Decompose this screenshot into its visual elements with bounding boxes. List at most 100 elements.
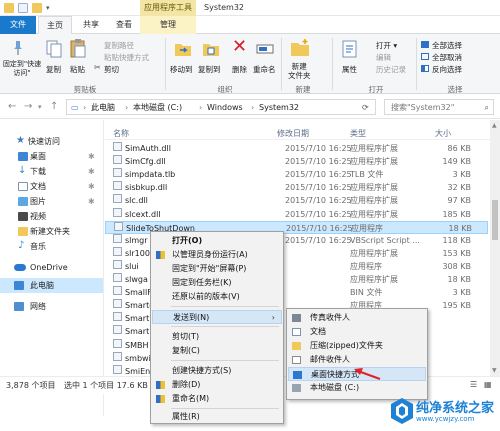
delete-button[interactable]: 删除	[232, 64, 247, 75]
send-to-local-disk[interactable]: 本地磁盘 (C:)	[288, 381, 426, 395]
pin-icon: ✱	[88, 167, 95, 176]
menu-item-cut[interactable]: 剪切(T)	[152, 330, 282, 344]
back-arrow-icon[interactable]: ←	[8, 101, 16, 113]
new-folder-icon[interactable]	[32, 3, 42, 13]
breadcrumb-system32[interactable]: System32	[259, 100, 299, 115]
menu-item-label: 本地磁盘 (C:)	[310, 383, 360, 392]
tiles-view-icon[interactable]: ▦	[484, 380, 492, 389]
pin-quick-access-button[interactable]: 固定到"快速访问"	[2, 60, 42, 78]
breadcrumb-separator: ›	[125, 103, 129, 112]
select-all-button[interactable]: 全部选择	[432, 40, 462, 51]
properties-button[interactable]: 属性	[342, 64, 357, 75]
nav-item-documents[interactable]: 文档 ✱	[0, 179, 103, 194]
drive-icon	[292, 384, 301, 392]
file-date: 2015/7/10 16:25	[285, 209, 352, 219]
tab-manage[interactable]: 管理	[140, 16, 196, 34]
menu-item-pin-taskbar[interactable]: 固定到任务栏(K)	[152, 276, 282, 290]
invert-selection-button[interactable]: 反向选择	[432, 64, 462, 75]
tab-view[interactable]: 查看	[110, 16, 138, 34]
paste-shortcut-button[interactable]: 粘贴快捷方式	[104, 52, 149, 63]
nav-item-new-folder[interactable]: 新建文件夹	[0, 224, 103, 239]
copy-to-button[interactable]: 复制到	[198, 64, 221, 75]
chevron-down-icon[interactable]: ▾	[38, 101, 42, 113]
nav-network[interactable]: 网络	[0, 299, 103, 314]
table-row[interactable]: SimAuth.dll 2015/7/10 16:25 应用程序扩展 86 KB	[105, 142, 488, 155]
properties-icon[interactable]	[18, 3, 28, 13]
send-to-zip[interactable]: 压缩(zipped)文件夹	[288, 339, 426, 353]
edit-button[interactable]: 编辑	[376, 52, 391, 63]
paste-button[interactable]: 粘贴	[70, 64, 85, 75]
send-to-mail[interactable]: 邮件收件人	[288, 353, 426, 367]
menu-item-label: 删除(D)	[172, 380, 201, 389]
pin-icon: ✱	[88, 197, 95, 206]
nav-quick-access[interactable]: ★ 快速访问	[0, 134, 103, 149]
menu-item-pin-start[interactable]: 固定到"开始"屏幕(P)	[152, 262, 282, 276]
chevron-right-icon: ›	[271, 313, 275, 322]
send-to-documents[interactable]: 文档	[288, 325, 426, 339]
nav-item-desktop[interactable]: 桌面 ✱	[0, 149, 103, 164]
table-row[interactable]: slcext.dll 2015/7/10 16:25 应用程序扩展 185 KB	[105, 207, 488, 221]
move-to-button[interactable]: 移动到	[170, 64, 193, 75]
menu-item-create-shortcut[interactable]: 创建快捷方式(S)	[152, 364, 282, 378]
nav-this-pc[interactable]: 此电脑	[0, 278, 103, 293]
folder-icon	[4, 3, 14, 13]
scroll-up-icon[interactable]: ▲	[492, 122, 497, 129]
scrollbar-thumb[interactable]	[492, 200, 498, 240]
new-folder-button[interactable]: 新建 文件夹	[288, 62, 311, 80]
nav-item-videos[interactable]: 视频	[0, 209, 103, 224]
open-group-label: 打开	[368, 85, 384, 94]
nav-item-downloads[interactable]: ↓ 下载 ✱	[0, 164, 103, 179]
breadcrumb-local-disk[interactable]: 本地磁盘 (C:)	[133, 100, 182, 115]
menu-item-rename[interactable]: 重命名(M)	[152, 392, 282, 406]
up-arrow-icon[interactable]: ↑	[50, 101, 58, 113]
rename-button[interactable]: 重命名	[253, 64, 276, 75]
file-size: 308 KB	[442, 261, 471, 271]
table-row[interactable]: sisbkup.dll 2015/7/10 16:25 应用程序扩展 32 KB	[105, 181, 488, 194]
tab-share[interactable]: 共享	[74, 16, 108, 34]
menu-item-run-as-admin[interactable]: 以管理员身份运行(A)	[152, 248, 282, 262]
nav-onedrive[interactable]: OneDrive	[0, 260, 103, 275]
table-row[interactable]: slc.dll 2015/7/10 16:25 应用程序扩展 97 KB	[105, 194, 488, 207]
breadcrumb-windows[interactable]: Windows	[207, 100, 243, 115]
tab-file[interactable]: 文件	[0, 16, 36, 34]
breadcrumb-this-pc[interactable]: 此电脑	[91, 100, 115, 115]
table-row[interactable]: simpdata.tlb 2015/7/10 16:25 TLB 文件 3 KB	[105, 168, 488, 181]
menu-item-label: 还原以前的版本(V)	[172, 292, 240, 301]
menu-item-restore-versions[interactable]: 还原以前的版本(V)	[152, 290, 282, 304]
select-none-button[interactable]: 全部取消	[432, 52, 462, 63]
scroll-down-icon[interactable]: ▼	[492, 367, 497, 374]
menu-item-properties[interactable]: 属性(R)	[152, 410, 282, 424]
nav-item-music[interactable]: ♪ 音乐	[0, 239, 103, 254]
column-header-type[interactable]: 类型	[350, 128, 366, 139]
chevron-down-icon[interactable]: ▾	[46, 3, 56, 13]
nav-item-pictures[interactable]: 图片 ✱	[0, 194, 103, 209]
address-field[interactable]: ▭ › 此电脑 › 本地磁盘 (C:) › Windows › System32…	[66, 99, 376, 115]
address-bar-row: ← → ▾ ↑ ▭ › 此电脑 › 本地磁盘 (C:) › Windows › …	[0, 95, 500, 119]
search-input[interactable]: 搜索"System32" ⌕	[384, 99, 494, 115]
menu-item-send-to[interactable]: 发送到(N) ›	[152, 310, 282, 324]
send-to-fax[interactable]: 传真收件人	[288, 311, 426, 325]
window-title: System32	[204, 3, 245, 12]
open-button[interactable]: 打开 ▾	[376, 40, 397, 51]
history-button[interactable]: 历史记录	[376, 64, 406, 75]
menu-item-copy[interactable]: 复制(C)	[152, 344, 282, 358]
navigation-pane: ★ 快速访问 桌面 ✱ ↓ 下载 ✱ 文档 ✱ 图片 ✱ 视频 新建文件夹 ♪ …	[0, 120, 104, 416]
details-view-icon[interactable]: ☰	[470, 380, 477, 389]
forward-arrow-icon[interactable]: →	[24, 101, 32, 113]
table-row[interactable]: SimCfg.dll 2015/7/10 16:25 应用程序扩展 149 KB	[105, 155, 488, 168]
tab-home[interactable]: 主页	[38, 16, 72, 35]
column-header-date[interactable]: 修改日期	[277, 128, 309, 139]
file-size: 97 KB	[447, 196, 471, 206]
file-type: 应用程序扩展	[350, 196, 398, 206]
file-icon	[113, 168, 122, 178]
menu-item-delete[interactable]: 删除(D)	[152, 378, 282, 392]
column-header-size[interactable]: 大小	[435, 128, 451, 139]
refresh-icon[interactable]: ⟳	[362, 100, 369, 115]
copy-button[interactable]: 复制	[46, 64, 61, 75]
cut-button[interactable]: 剪切	[104, 64, 119, 75]
copy-path-button[interactable]: 复制路径	[104, 40, 134, 51]
file-name: sisbkup.dll	[125, 183, 168, 193]
column-header-name[interactable]: 名称	[113, 128, 129, 139]
menu-item-open[interactable]: 打开(O)	[152, 234, 282, 248]
vertical-scrollbar[interactable]: ▲ ▼	[490, 120, 500, 376]
